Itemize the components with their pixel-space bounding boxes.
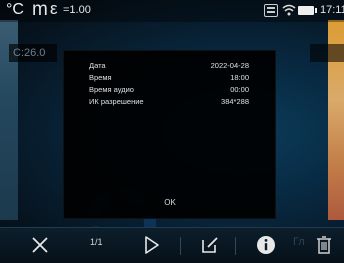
edit-button[interactable]	[194, 227, 226, 263]
info-row-audio-time: Время аудио 00:00	[89, 85, 259, 96]
play-icon	[145, 236, 159, 254]
info-dialog: Дата 2022-04-28 Время 18:00 Время аудио …	[63, 50, 276, 219]
info-button[interactable]	[250, 227, 282, 263]
trash-icon	[317, 236, 331, 254]
info-label: ИК разрешение	[89, 97, 144, 106]
ok-button[interactable]: OK	[155, 196, 185, 210]
info-value: 2022-04-28	[210, 61, 249, 70]
toolbar-trailing-text: Гл	[293, 236, 305, 248]
emissivity-symbol: ε	[50, 0, 58, 18]
close-button[interactable]	[24, 227, 56, 263]
info-icon	[257, 236, 275, 254]
delete-button[interactable]	[310, 227, 338, 263]
info-value: 384*288	[221, 97, 249, 106]
info-row-ir-resolution: ИК разрешение 384*288	[89, 97, 259, 108]
info-value: 18:00	[230, 73, 249, 82]
page-indicator: 1/1	[90, 237, 103, 247]
info-label: Время аудио	[89, 85, 134, 94]
play-button[interactable]	[138, 227, 166, 263]
wifi-icon	[282, 4, 296, 16]
info-row-time: Время 18:00	[89, 73, 259, 84]
toolbar-divider	[235, 237, 236, 255]
battery-icon	[298, 6, 317, 15]
temperature-unit: °C	[6, 1, 24, 18]
status-bar: °C m ε =1.00 17:11	[0, 0, 344, 22]
measurement-mode: m	[32, 0, 48, 20]
info-label: Дата	[89, 61, 106, 70]
emissivity-value: =1.00	[63, 4, 91, 16]
info-value: 00:00	[230, 85, 249, 94]
info-label: Время	[89, 73, 112, 82]
edit-icon	[202, 237, 218, 253]
sd-card-icon	[264, 4, 278, 17]
temperature-readout-right	[310, 44, 344, 62]
toolbar-divider	[180, 237, 181, 255]
thermal-image-viewer: °C m ε =1.00 17:11 C:26.0 Дата 2022-04-2…	[0, 0, 344, 263]
clock-time: 17:11	[320, 4, 344, 16]
close-icon	[32, 237, 48, 253]
temperature-readout: C:26.0	[9, 44, 57, 62]
info-row-date: Дата 2022-04-28	[89, 61, 259, 72]
